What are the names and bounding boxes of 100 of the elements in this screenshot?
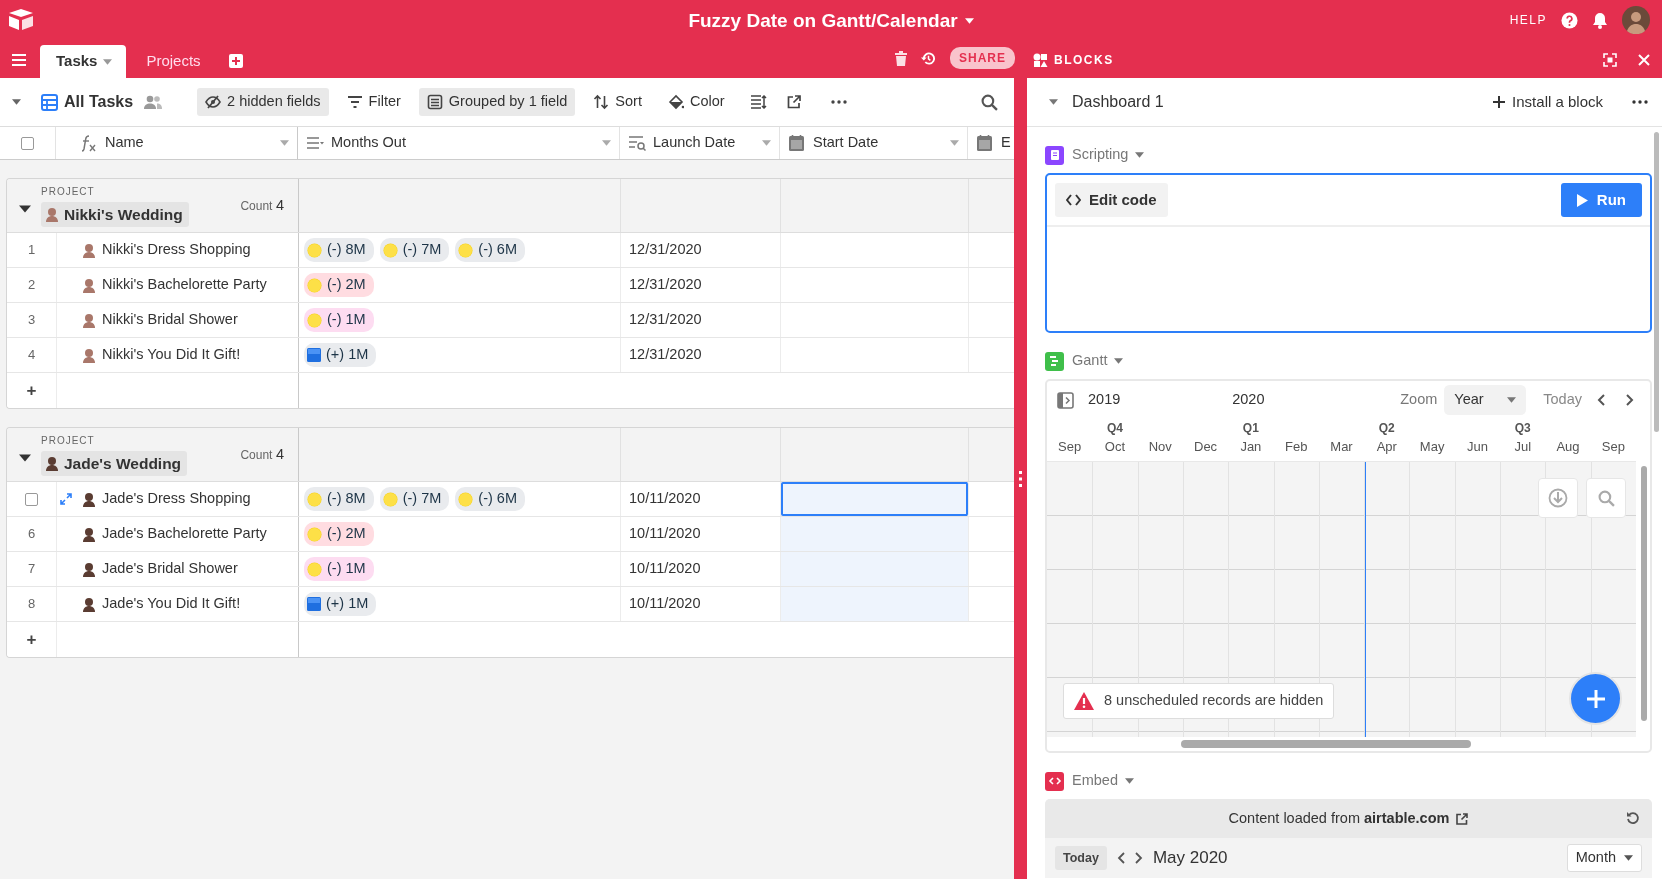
add-row-button[interactable]: + [26, 377, 37, 404]
bell-icon[interactable] [1592, 11, 1608, 29]
people-icon[interactable] [143, 95, 164, 109]
add-record-button[interactable] [1569, 672, 1622, 725]
record-name: Nikki's Dress Shopping [102, 240, 251, 260]
quarter-label: Q4 [1106, 421, 1123, 435]
chevron-right-icon[interactable] [1134, 852, 1143, 864]
count-label: Count [240, 446, 273, 464]
caret-icon[interactable] [12, 99, 21, 105]
chevron-left-icon[interactable] [1597, 394, 1605, 406]
today-button[interactable]: Today [1543, 389, 1582, 411]
avatar[interactable] [1622, 6, 1650, 34]
toolbar-button[interactable]: Sort [585, 88, 650, 116]
search-icon[interactable] [981, 93, 998, 111]
scrollbar[interactable] [1181, 740, 1471, 748]
close-icon[interactable] [1638, 54, 1650, 66]
quarter-label: Q2 [1378, 421, 1395, 435]
row-number: 2 [27, 276, 36, 295]
month-label: May [1419, 439, 1445, 454]
row-height-icon[interactable] [750, 95, 767, 109]
dashboard-title[interactable]: Dashboard 1 [1072, 90, 1493, 114]
menu-icon[interactable] [12, 54, 26, 66]
column-header[interactable]: Months Out [298, 127, 620, 159]
block-menu[interactable]: Embed [1072, 770, 1134, 792]
resize-handle-icon[interactable] [1019, 470, 1022, 487]
caret-icon [1507, 397, 1517, 403]
add-table-icon[interactable] [228, 54, 243, 68]
table-cell[interactable] [781, 552, 969, 586]
caret-icon[interactable] [19, 204, 31, 213]
expand-icon[interactable] [60, 493, 72, 505]
toolbar-button[interactable]: Color [659, 88, 733, 116]
dot-icon [458, 491, 474, 507]
row-checkbox[interactable] [25, 492, 38, 506]
zoom-button[interactable] [1586, 478, 1626, 518]
toolbar-button[interactable]: 2 hidden fields [197, 88, 329, 116]
trash-icon[interactable] [895, 50, 907, 66]
formula-icon [80, 134, 98, 152]
caret-icon[interactable] [19, 453, 31, 462]
unscheduled-notice: 8 unscheduled records are hidden [1063, 683, 1335, 719]
caret-icon [103, 58, 113, 65]
more-icon[interactable] [830, 100, 847, 104]
toolbar-button[interactable]: Filter [338, 88, 409, 116]
fullscreen-icon[interactable] [1603, 53, 1617, 67]
warning-icon [1074, 692, 1094, 710]
external-link-icon[interactable] [1456, 812, 1469, 825]
person-icon [82, 596, 96, 612]
history-icon[interactable] [921, 50, 936, 66]
record-name: Jade's Bachelorette Party [102, 524, 267, 544]
dot-icon [382, 242, 398, 258]
scrollbar[interactable] [1654, 132, 1659, 432]
help-link[interactable]: HELP [1509, 11, 1547, 29]
view-name[interactable]: All Tasks [64, 90, 134, 114]
base-title[interactable]: Fuzzy Date on Gantt/Calendar [688, 6, 958, 36]
select-all-checkbox[interactable] [21, 136, 34, 150]
person-icon [82, 312, 96, 328]
table-cell[interactable] [781, 482, 969, 516]
column-header[interactable]: Start Date [780, 127, 968, 159]
person-icon [82, 347, 96, 363]
logo-icon[interactable] [8, 8, 34, 30]
table-cell[interactable] [781, 587, 969, 621]
table-cell[interactable] [781, 517, 969, 551]
block-menu[interactable]: Scripting [1072, 144, 1145, 166]
chevron-right-icon[interactable] [1626, 394, 1634, 406]
today-button[interactable]: Today [1055, 845, 1107, 871]
plus-icon [1586, 689, 1605, 708]
column-header[interactable]: Launch Date [620, 127, 780, 159]
more-icon[interactable] [1632, 100, 1648, 104]
count-value: 4 [275, 444, 284, 464]
chevron-left-icon[interactable] [1116, 852, 1125, 864]
record-name: Jade's Dress Shopping [102, 489, 251, 509]
quarter-label: Q1 [1242, 421, 1259, 435]
year-label: 2019 [1088, 390, 1121, 410]
dot-icon [458, 242, 474, 258]
share-icon[interactable] [786, 95, 801, 109]
help-icon[interactable] [1561, 11, 1578, 29]
blocks-button[interactable]: BLOCKS [1027, 50, 1120, 70]
dot-icon [307, 312, 322, 328]
date-text: 10/11/2020 [629, 524, 701, 544]
add-row-button[interactable]: + [26, 626, 37, 653]
block-menu[interactable]: Gantt [1072, 350, 1124, 372]
scrollbar[interactable] [1641, 466, 1647, 721]
date-text: 10/11/2020 [629, 489, 701, 509]
year-label: 2020 [1232, 390, 1265, 410]
view-select[interactable]: Month [1566, 844, 1642, 872]
run-button[interactable]: Run [1560, 183, 1642, 217]
caret-icon [1124, 778, 1134, 784]
download-button[interactable] [1538, 478, 1578, 518]
month-label: Jun [1466, 439, 1488, 454]
option-tag: (-) 7M [379, 238, 450, 262]
column-header[interactable]: Name [56, 127, 298, 159]
sidebar-icon[interactable] [1057, 391, 1074, 409]
toolbar-button[interactable]: Grouped by 1 field [418, 88, 576, 116]
refresh-icon[interactable] [1626, 811, 1640, 825]
calendar-icon [788, 134, 806, 152]
dot-icon [307, 242, 322, 258]
zoom-select[interactable]: Year [1444, 385, 1527, 415]
month-label: Nov [1148, 439, 1172, 454]
install-block-button[interactable]: Install a block [1492, 89, 1604, 115]
tab[interactable]: Tasks [40, 45, 127, 78]
edit-code-button[interactable]: Edit code [1055, 183, 1168, 217]
